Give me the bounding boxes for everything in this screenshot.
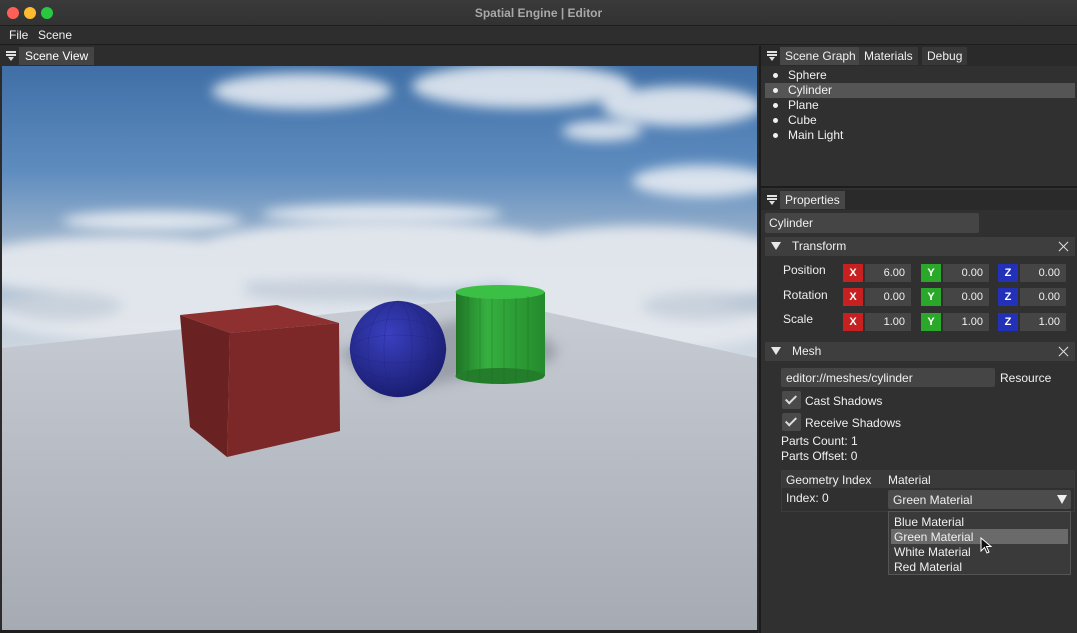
tree-item-label: Cylinder: [788, 83, 833, 97]
tree-item-cylinder[interactable]: Cylinder: [765, 83, 1075, 98]
tree-item-main-light[interactable]: Main Light: [765, 128, 1075, 143]
menu-scene[interactable]: Scene: [38, 28, 72, 42]
tab-materials[interactable]: Materials: [859, 47, 918, 65]
position-label: Position: [783, 263, 826, 277]
window-title: Spatial Engine | Editor: [474, 6, 603, 20]
rotation-y-field[interactable]: 0.00: [943, 288, 989, 306]
parts-count: Parts Count: 1: [781, 434, 858, 448]
cast-shadows-label: Cast Shadows: [805, 394, 883, 408]
cube-object: [180, 305, 340, 457]
position-y-field[interactable]: 0.00: [943, 264, 989, 282]
tree-item-cube[interactable]: Cube: [765, 113, 1075, 128]
mesh-resource-input[interactable]: editor://meshes/cylinder: [781, 368, 995, 387]
scene-graph-tabs: Scene Graph Materials Debug: [761, 46, 1077, 66]
bullet-icon: [773, 133, 778, 138]
receive-shadows-checkbox[interactable]: [782, 413, 801, 431]
scale-label: Scale: [783, 312, 814, 326]
material-select-value: Green Material: [893, 493, 973, 507]
scene-viewport[interactable]: [2, 66, 757, 630]
right-panel: Scene Graph Materials Debug Sphere Cylin…: [759, 46, 1077, 633]
bullet-icon: [773, 73, 778, 78]
panel-menu-icon[interactable]: [767, 195, 777, 205]
resource-label: Resource: [1000, 371, 1052, 385]
close-icon[interactable]: [1058, 346, 1069, 357]
header-material: Material: [888, 473, 931, 487]
bullet-icon: [773, 118, 778, 123]
tab-debug[interactable]: Debug: [922, 47, 968, 65]
transform-section-header[interactable]: Transform: [765, 237, 1075, 256]
cast-shadows-checkbox[interactable]: [782, 391, 801, 409]
scene-graph-tree: Sphere Cylinder Plane Cube Main Light: [761, 68, 1077, 186]
receive-shadows-label: Receive Shadows: [805, 416, 902, 430]
tree-item-label: Plane: [788, 98, 819, 112]
tree-item-sphere[interactable]: Sphere: [765, 68, 1075, 83]
dropdown-arrow-icon[interactable]: [1057, 495, 1067, 504]
tab-scene-graph[interactable]: Scene Graph: [780, 47, 861, 65]
rotation-z-field[interactable]: 0.00: [1020, 288, 1066, 306]
parts-offset: Parts Offset: 0: [781, 449, 858, 463]
axis-z-badge: Z: [998, 288, 1018, 306]
bullet-icon: [773, 88, 778, 93]
axis-y-badge: Y: [921, 313, 941, 331]
properties-header: Properties: [761, 190, 1077, 210]
cylinder-object: [455, 285, 545, 384]
option-red-material[interactable]: Red Material: [891, 559, 1068, 574]
section-title: Mesh: [792, 344, 822, 358]
axis-x-badge: X: [843, 288, 863, 306]
panel-menu-icon[interactable]: [6, 51, 16, 61]
menu-file[interactable]: File: [9, 28, 28, 42]
sphere-object: [349, 300, 447, 398]
rotation-x-field[interactable]: 0.00: [865, 288, 911, 306]
panel-divider[interactable]: [761, 186, 1077, 188]
tab-properties[interactable]: Properties: [780, 191, 845, 209]
axis-x-badge: X: [843, 313, 863, 331]
bullet-icon: [773, 103, 778, 108]
position-x-field[interactable]: 6.00: [865, 264, 911, 282]
scale-z-field[interactable]: 1.00: [1020, 313, 1066, 331]
close-icon[interactable]: [1058, 241, 1069, 252]
section-title: Transform: [792, 239, 847, 253]
panel-menu-icon[interactable]: [767, 51, 777, 61]
axis-z-badge: Z: [998, 264, 1018, 282]
rotation-label: Rotation: [783, 288, 828, 302]
axis-y-badge: Y: [921, 288, 941, 306]
table-header: Geometry Index Material: [782, 471, 1074, 488]
scene-view-header: Scene View: [0, 46, 758, 66]
tree-item-label: Sphere: [788, 68, 827, 82]
mouse-cursor-icon: [980, 537, 993, 554]
tree-item-label: Cube: [788, 113, 817, 127]
title-bar: Spatial Engine | Editor: [0, 0, 1077, 26]
object-name-input[interactable]: Cylinder: [765, 213, 979, 233]
collapse-triangle-icon[interactable]: [771, 347, 781, 355]
axis-z-badge: Z: [998, 313, 1018, 331]
tree-item-plane[interactable]: Plane: [765, 98, 1075, 113]
scene-render: [2, 66, 757, 630]
material-select[interactable]: Green Material: [888, 490, 1071, 509]
header-geometry-index: Geometry Index: [786, 473, 872, 487]
axis-x-badge: X: [843, 264, 863, 282]
tab-scene-view[interactable]: Scene View: [19, 47, 95, 65]
option-blue-material[interactable]: Blue Material: [891, 514, 1068, 529]
collapse-triangle-icon[interactable]: [771, 242, 781, 250]
axis-y-badge: Y: [921, 264, 941, 282]
menu-bar: File Scene: [0, 26, 1077, 45]
scale-y-field[interactable]: 1.00: [943, 313, 989, 331]
position-z-field[interactable]: 0.00: [1020, 264, 1066, 282]
scale-x-field[interactable]: 1.00: [865, 313, 911, 331]
tree-item-label: Main Light: [788, 128, 844, 142]
mesh-section-header[interactable]: Mesh: [765, 342, 1075, 361]
geometry-index-cell: Index: 0: [786, 491, 829, 505]
